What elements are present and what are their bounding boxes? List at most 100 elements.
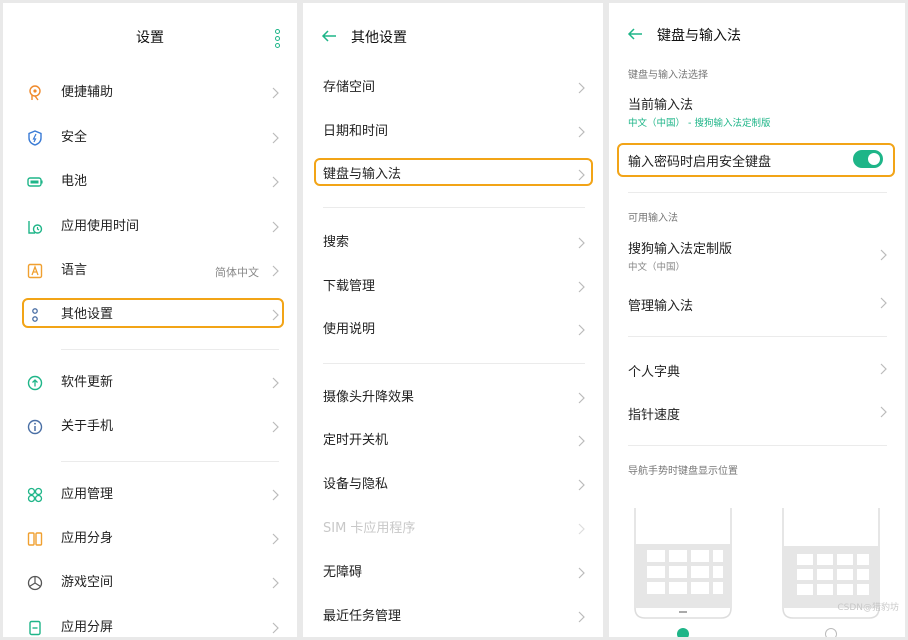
item-label: 无障碍 <box>323 565 363 580</box>
chevron-right-icon <box>578 479 585 491</box>
chevron-right-icon <box>272 421 279 433</box>
sogou-ime-label: 搜狗输入法定制版 <box>628 242 733 257</box>
chevron-right-icon <box>578 281 585 293</box>
section-header-gesture-keyboard-position: 导航手势时键盘显示位置 <box>628 466 738 477</box>
item-label: 游戏空间 <box>61 575 114 590</box>
item-label: 语言 <box>61 263 88 278</box>
item-label: 最近任务管理 <box>323 609 402 624</box>
radio-raised-unselected[interactable] <box>825 628 837 637</box>
info-icon <box>27 419 43 435</box>
other-item-recent-tasks[interactable]: 最近任务管理 <box>303 597 603 637</box>
other-item-sim-apps: SIM 卡应用程序 <box>303 509 603 549</box>
chevron-right-icon <box>272 87 279 99</box>
current-ime-value: 中文（中国） - 搜狗输入法定制版 <box>628 118 771 129</box>
item-label: 便捷辅助 <box>61 85 114 100</box>
divider <box>61 349 279 350</box>
settings-item-app-clone[interactable]: 应用分身 <box>3 519 297 559</box>
chevron-right-icon <box>880 297 887 309</box>
personal-dictionary-item[interactable]: 个人字典 <box>609 353 905 385</box>
chevron-right-icon <box>578 567 585 579</box>
divider <box>628 192 887 193</box>
other-item-date-time[interactable]: 日期和时间 <box>303 112 603 152</box>
chevron-right-icon <box>272 132 279 144</box>
settings-item-about-phone[interactable]: 关于手机 <box>3 407 297 447</box>
chevron-right-icon <box>272 265 279 277</box>
language-value: 简体中文 <box>215 266 259 279</box>
chevron-right-icon <box>578 237 585 249</box>
other-item-download-manager[interactable]: 下载管理 <box>303 267 603 307</box>
item-label: 日期和时间 <box>323 124 389 139</box>
chevron-right-icon <box>272 489 279 501</box>
personal-dictionary-label: 个人字典 <box>628 365 681 380</box>
other-settings-panel: 其他设置 存储空间 日期和时间 键盘与输入法 搜索 下载管理 使用说明 摄像头升… <box>303 3 603 637</box>
divider <box>323 363 585 364</box>
chevron-right-icon <box>880 249 887 261</box>
sogou-ime-language: 中文（中国） <box>628 262 686 273</box>
chevron-right-icon <box>272 622 279 634</box>
keyboard-bottom-illustration[interactable] <box>633 508 733 620</box>
item-label: 下载管理 <box>323 279 376 294</box>
watermark: CSDN@猎豹坊 <box>837 603 899 613</box>
settings-header: 设置 <box>3 3 297 65</box>
item-label: 应用使用时间 <box>61 219 140 234</box>
back-arrow-icon[interactable] <box>321 29 337 43</box>
current-ime-label: 当前输入法 <box>628 98 694 113</box>
item-label: 应用分屏 <box>61 620 114 635</box>
shield-icon <box>28 130 42 146</box>
divider <box>628 445 887 446</box>
item-label: 应用分身 <box>61 531 114 546</box>
settings-item-app-usage-time[interactable]: 应用使用时间 <box>3 207 297 247</box>
item-label: 关于手机 <box>61 419 114 434</box>
highlight-box <box>314 158 593 186</box>
divider <box>323 207 585 208</box>
divider <box>628 336 887 337</box>
settings-item-security[interactable]: 安全 <box>3 118 297 158</box>
update-icon <box>27 375 43 391</box>
settings-item-software-update[interactable]: 软件更新 <box>3 363 297 403</box>
other-item-scheduled-power[interactable]: 定时开关机 <box>303 421 603 461</box>
chevron-right-icon <box>880 406 887 418</box>
chevron-right-icon <box>272 533 279 545</box>
manage-ime-label: 管理输入法 <box>628 299 694 314</box>
section-header-ime-selection: 键盘与输入法选择 <box>628 70 708 81</box>
page-title: 其他设置 <box>351 30 407 46</box>
other-item-accessibility[interactable]: 无障碍 <box>303 553 603 593</box>
section-header-available-ime: 可用输入法 <box>628 213 678 224</box>
chevron-right-icon <box>880 363 887 375</box>
battery-icon <box>27 177 43 187</box>
chevron-right-icon <box>578 82 585 94</box>
highlight-box <box>617 143 895 177</box>
item-label: 使用说明 <box>323 322 376 337</box>
settings-item-language[interactable]: 语言 简体中文 <box>3 251 297 291</box>
item-label: 存储空间 <box>323 80 376 95</box>
other-item-search[interactable]: 搜索 <box>303 223 603 263</box>
item-label: 搜索 <box>323 235 350 250</box>
other-item-camera-lift-effect[interactable]: 摄像头升降效果 <box>303 378 603 418</box>
other-item-device-privacy[interactable]: 设备与隐私 <box>303 465 603 505</box>
settings-item-app-management[interactable]: 应用管理 <box>3 475 297 515</box>
pointer-speed-label: 指针速度 <box>628 408 681 423</box>
settings-item-assist[interactable]: 便捷辅助 <box>3 73 297 113</box>
current-ime-item[interactable]: 当前输入法 中文（中国） - 搜狗输入法定制版 <box>609 91 905 133</box>
radio-bottom-selected[interactable] <box>677 628 689 637</box>
chevron-right-icon <box>272 221 279 233</box>
sogou-ime-item[interactable]: 搜狗输入法定制版 中文（中国） <box>609 235 905 275</box>
language-icon <box>27 263 43 279</box>
page-title: 键盘与输入法 <box>657 28 741 44</box>
split-screen-icon <box>29 620 41 636</box>
game-space-icon <box>27 575 43 591</box>
more-options-icon[interactable] <box>275 29 280 48</box>
pointer-speed-item[interactable]: 指针速度 <box>609 396 905 428</box>
item-label: 摄像头升降效果 <box>323 390 415 405</box>
app-manage-icon <box>27 487 43 503</box>
back-arrow-icon[interactable] <box>627 27 643 41</box>
divider <box>61 461 279 462</box>
manage-ime-item[interactable]: 管理输入法 <box>609 287 905 319</box>
chevron-right-icon <box>272 176 279 188</box>
settings-item-battery[interactable]: 电池 <box>3 162 297 202</box>
settings-item-game-space[interactable]: 游戏空间 <box>3 563 297 603</box>
settings-item-split-screen[interactable]: 应用分屏 <box>3 608 297 637</box>
other-item-instructions[interactable]: 使用说明 <box>303 310 603 350</box>
chevron-right-icon <box>578 126 585 138</box>
other-item-storage[interactable]: 存储空间 <box>303 68 603 108</box>
